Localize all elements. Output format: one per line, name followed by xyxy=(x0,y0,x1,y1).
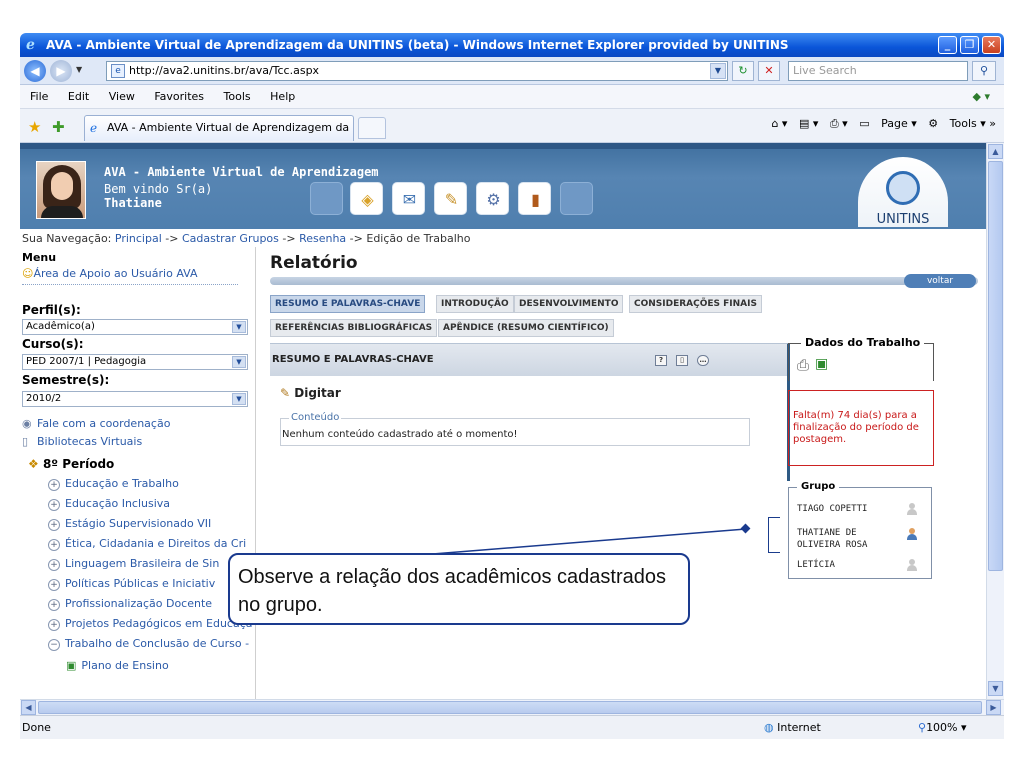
menu-view[interactable]: View xyxy=(109,90,135,103)
status-text: Done xyxy=(22,721,51,734)
stop-icon[interactable]: ✕ xyxy=(758,61,780,81)
globe-icon: ◍ xyxy=(764,721,774,734)
command-bar: ⌂ ▾ ▤ ▾ ⎙ ▾ ▭ Page ▾ ⚙ Tools ▾ » xyxy=(763,117,996,131)
print-icon[interactable]: ⎙ ▾ xyxy=(830,117,848,130)
scroll-down-icon[interactable]: ▼ xyxy=(988,681,1003,696)
scroll-up-icon[interactable]: ▲ xyxy=(988,144,1003,159)
horizontal-scrollbar[interactable]: ◀ ▶ xyxy=(20,699,1004,715)
vertical-scrollbar[interactable]: ▲ ▼ xyxy=(986,143,1004,699)
new-tab-button[interactable] xyxy=(358,117,386,139)
status-bar: Done ◍ Internet ⚲100% ▾ xyxy=(20,715,1004,739)
window-title: AVA - Ambiente Virtual de Aprendizagem d… xyxy=(46,38,789,52)
search-input[interactable]: Live Search xyxy=(788,61,968,81)
browser-tab[interactable]: ℯ AVA - Ambiente Virtual de Aprendizagem… xyxy=(84,115,354,158)
forward-button[interactable]: ▶ xyxy=(50,60,72,82)
hscroll-thumb[interactable] xyxy=(38,701,982,714)
window-titlebar: ℯ AVA - Ambiente Virtual de Aprendizagem… xyxy=(20,33,1004,57)
home-icon[interactable]: ⌂ ▾ xyxy=(771,117,787,130)
refresh-icon[interactable]: ↻ xyxy=(732,61,754,81)
page-icon: e xyxy=(111,64,125,78)
back-button[interactable]: ◀ xyxy=(24,60,46,82)
menu-edit[interactable]: Edit xyxy=(68,90,89,103)
ie-tab-icon: ℯ xyxy=(90,121,98,135)
zoom-icon: ⚲ xyxy=(918,721,927,734)
search-icon[interactable]: ⚲ xyxy=(972,61,996,81)
scroll-left-icon[interactable]: ◀ xyxy=(21,700,36,715)
menu-help[interactable]: Help xyxy=(270,90,295,103)
minimize-button[interactable]: _ xyxy=(938,36,957,54)
zone-indicator: ◍ Internet xyxy=(764,721,821,734)
address-input[interactable]: e http://ava2.unitins.br/ava/Tcc.aspx ▼ xyxy=(106,61,728,81)
menu-favorites[interactable]: Favorites xyxy=(154,90,204,103)
group-bracket xyxy=(768,517,780,553)
tools-menu[interactable]: ⚙ Tools ▾ » xyxy=(928,117,996,130)
menu-file[interactable]: File xyxy=(30,90,48,103)
tab-row: ★ ✚ ℯ AVA - Ambiente Virtual de Aprendiz… xyxy=(20,109,1004,158)
scroll-right-icon[interactable]: ▶ xyxy=(986,700,1001,715)
add-favorite-icon[interactable]: ✚ xyxy=(52,118,65,136)
feeds-icon[interactable]: ▤ ▾ xyxy=(799,117,818,130)
menu-tools[interactable]: Tools xyxy=(224,90,251,103)
scroll-thumb[interactable] xyxy=(988,161,1003,571)
ie-icon: ℯ xyxy=(26,37,35,53)
close-button[interactable]: ✕ xyxy=(982,36,1001,54)
toolbar-options-icon[interactable]: ◆ ▾ xyxy=(973,85,990,109)
menu-bar: File Edit View Favorites Tools Help ◆ ▾ xyxy=(20,85,1004,109)
callout-text: Observe a relação dos acadêmicos cadastr… xyxy=(228,553,690,625)
favorites-star-icon[interactable]: ★ xyxy=(28,118,41,136)
zoom-control[interactable]: ⚲100% ▾ xyxy=(918,716,967,740)
address-bar-row: ◀ ▶ ▼ e http://ava2.unitins.br/ava/Tcc.a… xyxy=(20,57,1004,85)
page-viewport: AVA - Ambiente Virtual de Aprendizagem B… xyxy=(20,143,986,699)
maximize-button[interactable]: ❐ xyxy=(960,36,979,54)
page-menu[interactable]: ▭ Page ▾ xyxy=(859,117,917,130)
history-dropdown-icon[interactable]: ▼ xyxy=(76,65,82,74)
address-dropdown-icon[interactable]: ▼ xyxy=(710,63,726,79)
